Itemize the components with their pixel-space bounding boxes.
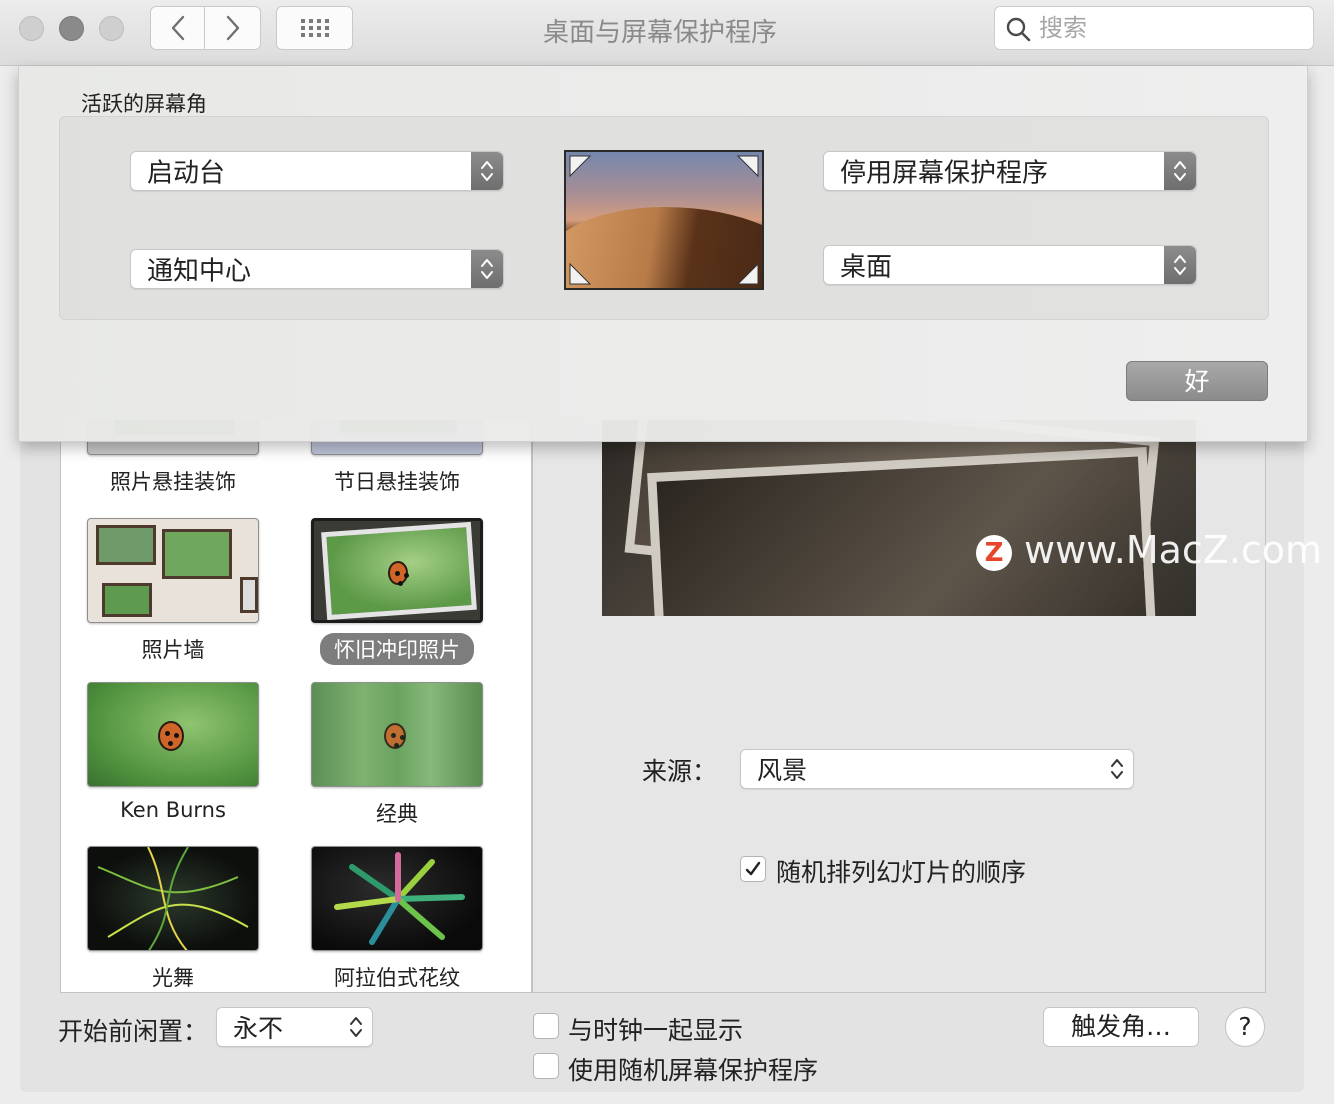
top-right-corner-popup[interactable]: 停用屏幕保护程序 xyxy=(823,151,1197,191)
screensaver-thumbnail xyxy=(87,518,259,623)
forward-icon xyxy=(226,15,239,41)
title-bar: 桌面与屏幕保护程序 xyxy=(0,0,1334,66)
updown-chevron-icon xyxy=(1164,246,1196,284)
screensaver-thumbnail xyxy=(87,846,259,951)
updown-chevron-icon xyxy=(471,152,503,190)
source-popup[interactable]: 风景 xyxy=(740,749,1134,789)
updown-chevron-icon xyxy=(1164,152,1196,190)
source-value: 风景 xyxy=(757,756,808,785)
search-input[interactable] xyxy=(1039,13,1299,43)
desktop-preview-image xyxy=(564,150,764,290)
screensaver-item[interactable]: Ken Burns xyxy=(87,682,259,823)
idle-time-value: 永不 xyxy=(233,1014,284,1043)
bottom-left-corner-popup[interactable]: 通知中心 xyxy=(130,249,504,289)
show-clock-label: 与时钟一起显示 xyxy=(568,1016,744,1045)
screensaver-item[interactable]: 经典 xyxy=(311,682,483,829)
show-clock-checkbox[interactable] xyxy=(533,1013,559,1039)
top-right-corner-value: 停用屏幕保护程序 xyxy=(840,158,1049,189)
screensaver-item[interactable]: 光舞 xyxy=(87,846,259,992)
screensaver-label: 经典 xyxy=(376,802,418,826)
shuffle-label: 随机排列幻灯片的顺序 xyxy=(776,858,1027,887)
screensaver-label: 光舞 xyxy=(152,966,194,990)
screensaver-label: Ken Burns xyxy=(120,798,226,822)
corner-bottom-right-icon xyxy=(736,262,759,285)
random-saver-label: 使用随机屏幕保护程序 xyxy=(568,1056,819,1085)
screensaver-thumbnail xyxy=(311,682,483,787)
zoom-window-button[interactable] xyxy=(99,16,124,41)
screensaver-list[interactable]: 照片悬挂装饰 节日悬挂装饰 照片墙 怀旧冲印照片 Ken Burns 经典 光舞… xyxy=(60,420,532,993)
grid-icon xyxy=(300,19,329,37)
top-left-corner-value: 启动台 xyxy=(147,158,226,189)
screensaver-thumbnail xyxy=(311,518,483,623)
window-title: 桌面与屏幕保护程序 xyxy=(542,18,777,48)
screensaver-preview xyxy=(602,420,1196,616)
screensaver-label: 节日悬挂装饰 xyxy=(334,470,460,494)
back-icon xyxy=(171,15,184,41)
bottom-right-corner-popup[interactable]: 桌面 xyxy=(823,245,1197,285)
screensaver-thumbnail xyxy=(311,846,483,951)
sheet-title: 活跃的屏幕角 xyxy=(81,92,207,116)
shuffle-checkbox[interactable] xyxy=(740,856,766,882)
checkmark-icon xyxy=(745,861,761,876)
forward-button[interactable] xyxy=(205,6,261,50)
help-button[interactable]: ? xyxy=(1225,1007,1265,1047)
close-window-button[interactable] xyxy=(19,16,44,41)
screensaver-label: 照片悬挂装饰 xyxy=(110,470,236,494)
minimize-window-button[interactable] xyxy=(59,16,84,41)
random-saver-checkbox[interactable] xyxy=(533,1053,559,1079)
corner-top-right-icon xyxy=(736,155,759,178)
screensaver-label: 怀旧冲印照片 xyxy=(320,633,474,665)
show-all-button[interactable] xyxy=(276,6,353,50)
hot-corners-button[interactable]: 触发角… xyxy=(1043,1007,1199,1047)
corner-top-left-icon xyxy=(569,155,592,178)
screensaver-item[interactable]: 阿拉伯式花纹 xyxy=(311,846,483,992)
hot-corners-sheet: 活跃的屏幕角 启动台 通知中心 停用屏幕保护程序 桌面 好 xyxy=(18,66,1308,442)
idle-time-popup[interactable]: 永不 xyxy=(216,1007,373,1047)
source-label: 来源： xyxy=(642,757,718,786)
screensaver-item-selected[interactable]: 怀旧冲印照片 xyxy=(311,518,483,665)
search-field[interactable] xyxy=(994,6,1314,50)
search-icon xyxy=(1006,17,1031,42)
screensaver-item[interactable]: 照片墙 xyxy=(87,518,259,665)
ok-button[interactable]: 好 xyxy=(1126,361,1268,401)
top-left-corner-popup[interactable]: 启动台 xyxy=(130,151,504,191)
updown-chevron-icon xyxy=(1101,750,1133,788)
idle-label: 开始前闲置： xyxy=(58,1017,209,1046)
updown-chevron-icon xyxy=(471,250,503,288)
back-button[interactable] xyxy=(150,6,205,50)
screensaver-label: 照片墙 xyxy=(141,638,205,662)
bottom-left-corner-value: 通知中心 xyxy=(147,256,252,287)
screensaver-label: 阿拉伯式花纹 xyxy=(334,966,460,990)
watermark-text: www.MacZ.com xyxy=(1024,528,1323,572)
corner-bottom-left-icon xyxy=(569,262,592,285)
bottom-right-corner-value: 桌面 xyxy=(840,252,893,283)
screensaver-thumbnail xyxy=(87,682,259,787)
watermark-logo: Z xyxy=(976,535,1012,571)
updown-chevron-icon xyxy=(340,1008,372,1046)
